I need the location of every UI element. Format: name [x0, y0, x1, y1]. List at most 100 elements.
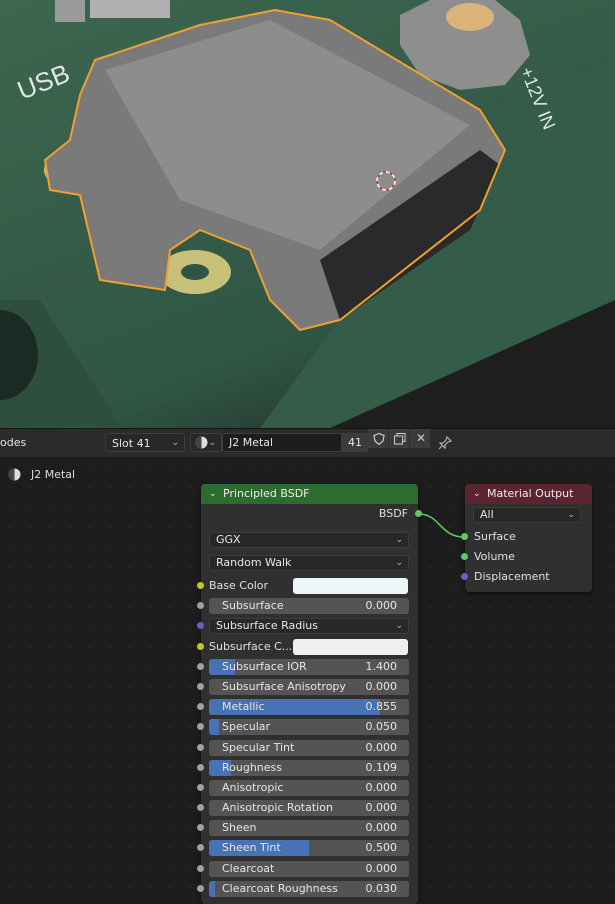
subsurface-method-row: Random Walk ⌄: [201, 554, 418, 572]
surface-input-socket[interactable]: [461, 533, 468, 540]
copy-icon: [394, 433, 406, 445]
slider-value: 0.500: [365, 841, 398, 855]
value-slider[interactable]: Anisotropic 0.000: [209, 779, 409, 796]
node-title: Principled BSDF: [223, 487, 310, 500]
field-row: Roughness 0.109: [197, 759, 418, 777]
base-color-socket[interactable]: [197, 582, 204, 589]
base-color-swatch[interactable]: [293, 578, 408, 594]
viewport-render: USB TMS +12V IN: [0, 0, 615, 428]
field-row: Sheen 0.000: [197, 819, 418, 837]
breadcrumb-material: J2 Metal: [31, 468, 76, 481]
float-input-socket[interactable]: [197, 703, 204, 711]
value-slider[interactable]: Roughness 0.109: [209, 759, 409, 776]
slider-label: Anisotropic: [222, 780, 284, 794]
field-row: Metallic 0.855: [197, 698, 418, 716]
subsurface-color-socket[interactable]: [197, 643, 204, 650]
chevron-down-icon: ⌄: [208, 438, 216, 448]
3d-viewport[interactable]: USB TMS +12V IN: [0, 0, 615, 428]
float-input-socket[interactable]: [197, 824, 204, 832]
field-row: Clearcoat 0.000: [197, 860, 418, 878]
slider-label: Specular Tint: [222, 740, 295, 754]
material-name-field[interactable]: J2 Metal: [222, 433, 342, 452]
duplicate-material-button[interactable]: [389, 429, 409, 448]
distribution-dropdown[interactable]: GGX ⌄: [209, 532, 409, 548]
slider-value: 0.109: [365, 760, 398, 774]
float-input-socket[interactable]: [197, 884, 204, 892]
float-input-socket[interactable]: [197, 723, 204, 731]
float-input-socket[interactable]: [197, 844, 204, 852]
subsurface-radius-dropdown[interactable]: Subsurface Radius ⌄: [209, 618, 409, 634]
chevron-down-icon: ⌄: [567, 510, 575, 520]
material-output-header[interactable]: ⌄ Material Output: [465, 484, 592, 504]
field-row: Subsurface 0.000: [197, 597, 418, 615]
float-input-socket[interactable]: [197, 683, 204, 691]
value-slider[interactable]: Anisotropic Rotation 0.000: [209, 800, 409, 817]
distribution-row: GGX ⌄: [201, 531, 418, 549]
displacement-input-row: Displacement: [461, 568, 592, 586]
value-slider[interactable]: Metallic 0.855: [209, 699, 409, 716]
principled-bsdf-node[interactable]: ⌄ Principled BSDF BSDF GGX ⌄ Random Walk…: [197, 484, 422, 904]
editor-type-label[interactable]: odes: [0, 436, 26, 449]
slider-label: Subsurface IOR: [222, 660, 307, 673]
fake-user-button[interactable]: [368, 429, 388, 448]
material-browse-button[interactable]: ⌄: [190, 433, 222, 452]
principled-bsdf-header[interactable]: ⌄ Principled BSDF: [201, 484, 418, 504]
float-input-socket[interactable]: [197, 763, 204, 771]
float-input-socket[interactable]: [197, 864, 204, 872]
material-output-node[interactable]: ⌄ Material Output All ⌄ Surface Volume D…: [461, 484, 592, 592]
node-editor-canvas[interactable]: J2 Metal ⌄ Principled BSDF BSDF GGX ⌄ Ra…: [0, 457, 615, 904]
target-row: All ⌄: [465, 506, 592, 524]
subsurface-color-swatch[interactable]: [293, 639, 408, 655]
slider-label: Subsurface Anisotropy: [222, 680, 346, 694]
float-input-socket[interactable]: [197, 663, 204, 670]
slider-value: 0.050: [365, 720, 398, 734]
value-slider[interactable]: Subsurface 0.000: [209, 598, 409, 614]
slider-value: 0.000: [365, 680, 398, 694]
value-slider[interactable]: Subsurface Anisotropy 0.000: [209, 679, 409, 696]
unlink-material-button[interactable]: ✕: [410, 429, 430, 448]
subsurface-color-label: Subsurface C...: [209, 640, 293, 653]
surface-input-label: Surface: [474, 530, 516, 543]
value-slider[interactable]: Specular Tint 0.000: [209, 739, 409, 756]
slider-label: Sheen Tint: [222, 841, 281, 855]
slot-value: Slot 41: [112, 437, 151, 450]
material-sphere-icon: [8, 468, 21, 481]
slider-value: 0.000: [365, 599, 398, 612]
subsurface-radius-socket[interactable]: [197, 622, 204, 629]
field-row: Sheen Tint 0.500: [197, 839, 418, 857]
pin-icon[interactable]: [438, 436, 452, 450]
surface-input-row: Surface: [461, 528, 592, 546]
float-input-socket[interactable]: [197, 804, 204, 812]
slot-dropdown[interactable]: Slot 41 ⌄: [105, 433, 185, 452]
user-count[interactable]: 41: [342, 433, 368, 452]
bsdf-output-socket[interactable]: [415, 510, 422, 517]
value-slider[interactable]: Subsurface IOR 1.400: [209, 659, 409, 675]
field-row: Anisotropic 0.000: [197, 779, 418, 797]
chevron-down-icon: ⌄: [171, 438, 179, 448]
value-slider[interactable]: Sheen 0.000: [209, 820, 409, 837]
slider-value: 0.000: [365, 861, 398, 875]
bsdf-surface-link: [418, 513, 465, 538]
value-slider[interactable]: Specular 0.050: [209, 719, 409, 736]
close-icon: ✕: [416, 431, 427, 445]
chevron-down-icon[interactable]: ⌄: [473, 484, 481, 504]
displacement-input-socket[interactable]: [461, 573, 468, 580]
base-color-label: Base Color: [209, 579, 269, 592]
slider-label: Metallic: [222, 700, 265, 714]
subsurface-method-dropdown[interactable]: Random Walk ⌄: [209, 555, 409, 571]
target-dropdown[interactable]: All ⌄: [473, 507, 581, 523]
bsdf-output-row: BSDF: [201, 505, 422, 523]
value-slider[interactable]: Clearcoat 0.000: [209, 860, 409, 877]
float-input-socket[interactable]: [197, 743, 204, 751]
float-input-socket[interactable]: [197, 602, 204, 609]
bsdf-output-label: BSDF: [378, 507, 408, 520]
chevron-down-icon[interactable]: ⌄: [209, 484, 217, 504]
float-input-socket[interactable]: [197, 783, 204, 791]
volume-input-socket[interactable]: [461, 553, 468, 560]
chevron-down-icon: ⌄: [395, 535, 403, 545]
volume-input-label: Volume: [474, 550, 515, 563]
material-name: J2 Metal: [229, 436, 274, 449]
value-slider[interactable]: Sheen Tint 0.500: [209, 840, 409, 857]
field-row: Subsurface IOR 1.400: [197, 658, 418, 676]
chevron-down-icon: ⌄: [395, 558, 403, 568]
